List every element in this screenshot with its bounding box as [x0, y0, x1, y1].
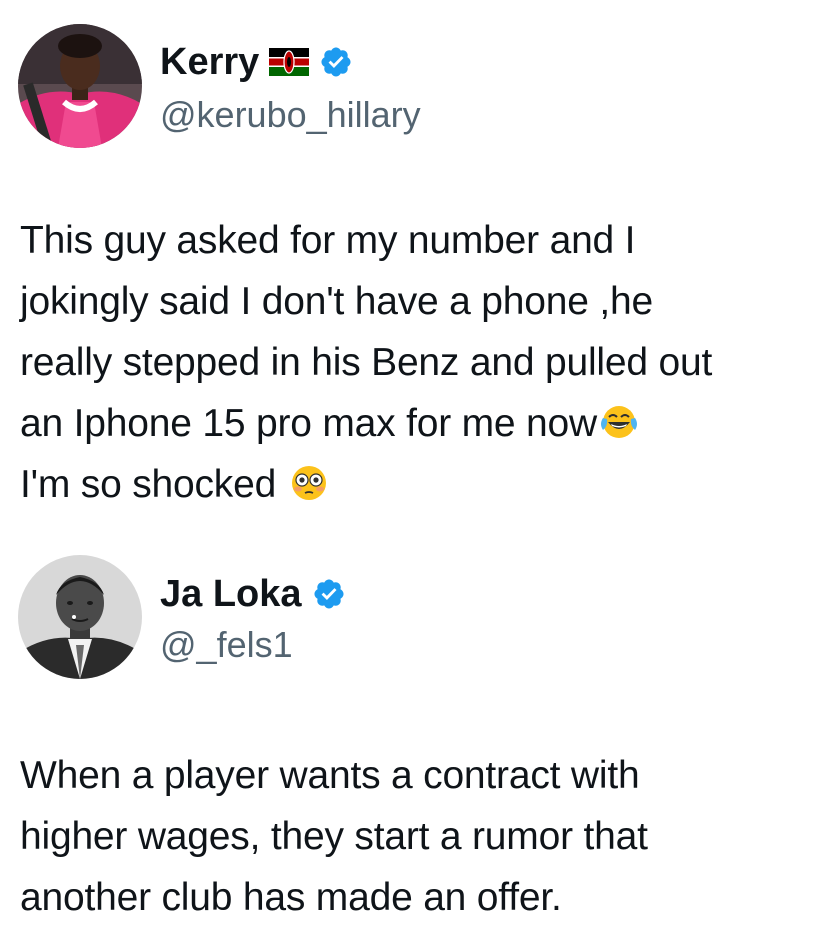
tweet-text-line: really stepped in his Benz and pulled ou… [20, 341, 713, 384]
tweet-text-line-with-emoji: I'm so shocked [20, 454, 810, 515]
tweet-text-line: another club has made an offer. [20, 876, 562, 919]
author-name-row: Kerry [160, 40, 353, 84]
avatar[interactable] [18, 555, 142, 679]
face-with-tears-of-joy-icon [600, 406, 637, 438]
tweet-text-segment: an Iphone 15 pro max for me now [20, 402, 597, 445]
avatar-photo [18, 24, 142, 148]
tweet-text-line-with-emoji: an Iphone 15 pro max for me now [20, 393, 810, 454]
author-handle[interactable]: @_fels1 [160, 624, 293, 666]
author-name-row: Ja Loka [160, 572, 346, 616]
author-name[interactable]: Ja Loka [160, 572, 302, 616]
tweet-text-line: This guy asked for my number and I [20, 219, 636, 262]
author-handle[interactable]: @kerubo_hillary [160, 94, 421, 136]
verified-badge-icon [321, 47, 351, 77]
author-name[interactable]: Kerry [160, 40, 259, 84]
tweet-text-line: When a player wants a contract with [20, 754, 640, 797]
tweet-text-line: higher wages, they start a rumor that [20, 815, 648, 858]
tweet-text: When a player wants a contract with high… [20, 745, 810, 928]
avatar-photo [18, 555, 142, 679]
kenya-flag-icon [269, 48, 310, 76]
tweet-text: This guy asked for my number and I jokin… [20, 210, 810, 515]
verified-badge-icon [314, 579, 344, 609]
tweet-text-line: jokingly said I don't have a phone ,he [20, 280, 653, 323]
tweet-text-segment: I'm so shocked [20, 463, 287, 506]
avatar[interactable] [18, 24, 142, 148]
flushed-face-icon [291, 466, 326, 500]
